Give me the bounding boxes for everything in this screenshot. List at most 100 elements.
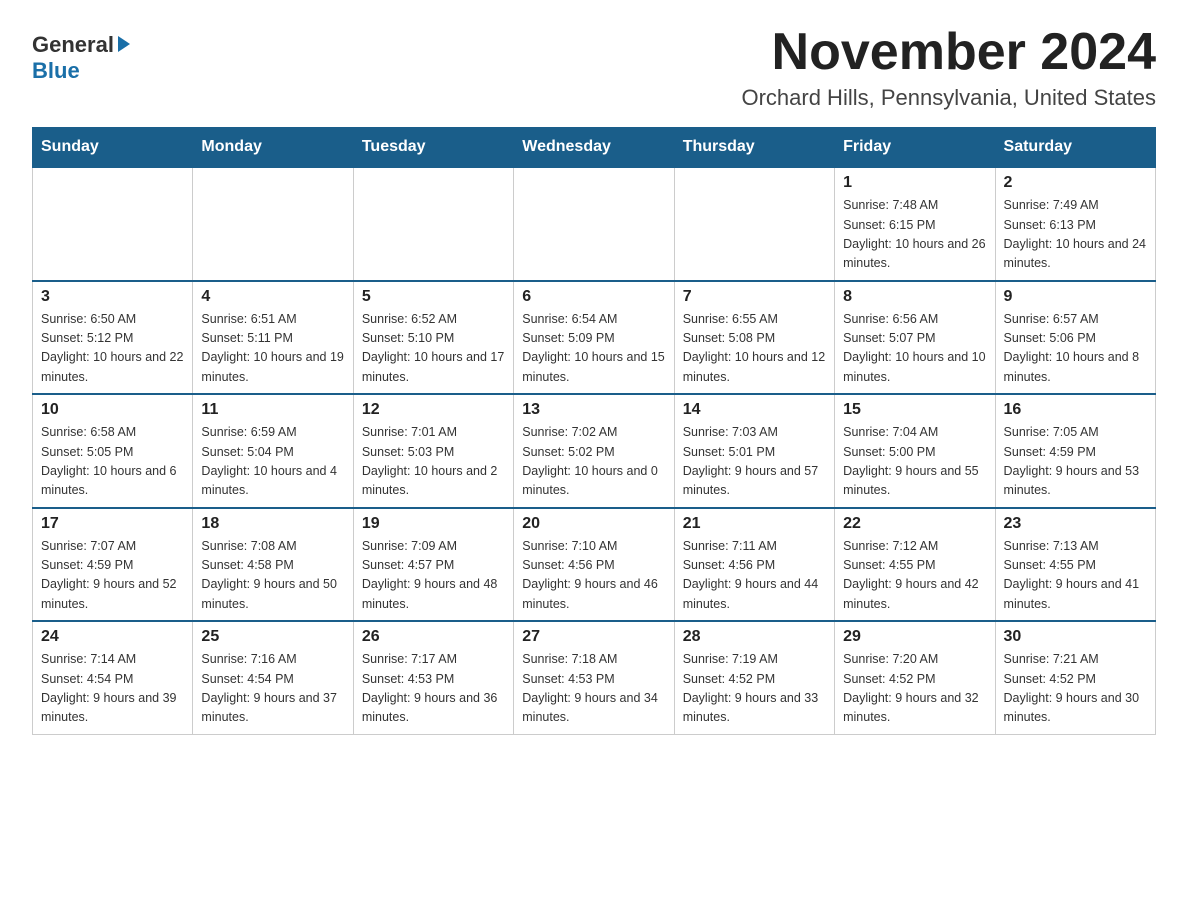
day-number: 23 [1004,515,1147,533]
weekday-header-row: Sunday Monday Tuesday Wednesday Thursday… [33,128,1156,168]
table-row: 16 Sunrise: 7:05 AM Sunset: 4:59 PM Dayli… [995,394,1155,508]
day-info: Sunrise: 6:55 AM Sunset: 5:08 PM Dayligh… [683,310,826,388]
day-info: Sunrise: 6:51 AM Sunset: 5:11 PM Dayligh… [201,310,344,388]
day-number: 10 [41,401,184,419]
day-number: 9 [1004,288,1147,306]
day-number: 30 [1004,628,1147,646]
day-info: Sunrise: 7:01 AM Sunset: 5:03 PM Dayligh… [362,423,505,501]
table-row: 5Sunrise: 6:52 AM Sunset: 5:10 PM Daylig… [353,281,513,395]
table-row: 23Sunrise: 7:13 AM Sunset: 4:55 PM Dayli… [995,508,1155,622]
table-row: 4 Sunrise: 6:51 AM Sunset: 5:11 PM Daylig… [193,281,353,395]
table-row: 9 Sunrise: 6:57 AM Sunset: 5:06 PM Daylig… [995,281,1155,395]
table-row: 20 Sunrise: 7:10 AM Sunset: 4:56 PM Dayli… [514,508,674,622]
day-info: Sunrise: 7:10 AM Sunset: 4:56 PM Dayligh… [522,537,665,615]
day-number: 2 [1004,174,1147,192]
calendar-week-row: 17 Sunrise: 7:07 AM Sunset: 4:59 PM Dayli… [33,508,1156,622]
day-info: Sunrise: 7:20 AM Sunset: 4:52 PM Dayligh… [843,650,986,728]
day-number: 27 [522,628,665,646]
day-number: 7 [683,288,826,306]
table-row: 10 Sunrise: 6:58 AM Sunset: 5:05 PM Dayli… [33,394,193,508]
table-row: 26Sunrise: 7:17 AM Sunset: 4:53 PM Dayli… [353,621,513,734]
day-number: 21 [683,515,826,533]
day-number: 12 [362,401,505,419]
day-number: 29 [843,628,986,646]
calendar-table: Sunday Monday Tuesday Wednesday Thursday… [32,127,1156,735]
table-row: 6 Sunrise: 6:54 AM Sunset: 5:09 PM Daylig… [514,281,674,395]
day-info: Sunrise: 7:07 AM Sunset: 4:59 PM Dayligh… [41,537,184,615]
day-number: 8 [843,288,986,306]
day-info: Sunrise: 7:05 AM Sunset: 4:59 PM Dayligh… [1004,423,1147,501]
day-number: 16 [1004,401,1147,419]
day-number: 13 [522,401,665,419]
table-row [353,167,513,281]
day-info: Sunrise: 7:04 AM Sunset: 5:00 PM Dayligh… [843,423,986,501]
day-info: Sunrise: 6:54 AM Sunset: 5:09 PM Dayligh… [522,310,665,388]
table-row: 27 Sunrise: 7:18 AM Sunset: 4:53 PM Dayli… [514,621,674,734]
day-info: Sunrise: 6:58 AM Sunset: 5:05 PM Dayligh… [41,423,184,501]
calendar-week-row: 3 Sunrise: 6:50 AM Sunset: 5:12 PM Daylig… [33,281,1156,395]
day-number: 24 [41,628,184,646]
header-monday: Monday [193,128,353,168]
day-number: 4 [201,288,344,306]
day-info: Sunrise: 7:48 AM Sunset: 6:15 PM Dayligh… [843,196,986,274]
day-info: Sunrise: 7:08 AM Sunset: 4:58 PM Dayligh… [201,537,344,615]
day-info: Sunrise: 7:11 AM Sunset: 4:56 PM Dayligh… [683,537,826,615]
table-row: 8Sunrise: 6:56 AM Sunset: 5:07 PM Daylig… [835,281,995,395]
table-row [674,167,834,281]
table-row: 3 Sunrise: 6:50 AM Sunset: 5:12 PM Daylig… [33,281,193,395]
table-row: 22 Sunrise: 7:12 AM Sunset: 4:55 PM Dayli… [835,508,995,622]
table-row [514,167,674,281]
title-section: November 2024 Orchard Hills, Pennsylvani… [741,24,1156,111]
day-info: Sunrise: 7:18 AM Sunset: 4:53 PM Dayligh… [522,650,665,728]
table-row: 13 Sunrise: 7:02 AM Sunset: 5:02 PM Dayli… [514,394,674,508]
header-wednesday: Wednesday [514,128,674,168]
table-row: 15 Sunrise: 7:04 AM Sunset: 5:00 PM Dayli… [835,394,995,508]
logo: General Blue [32,32,132,84]
table-row: 30Sunrise: 7:21 AM Sunset: 4:52 PM Dayli… [995,621,1155,734]
table-row: 17 Sunrise: 7:07 AM Sunset: 4:59 PM Dayli… [33,508,193,622]
header-thursday: Thursday [674,128,834,168]
header-sunday: Sunday [33,128,193,168]
table-row: 29 Sunrise: 7:20 AM Sunset: 4:52 PM Dayli… [835,621,995,734]
day-number: 22 [843,515,986,533]
day-number: 15 [843,401,986,419]
calendar-week-row: 10 Sunrise: 6:58 AM Sunset: 5:05 PM Dayli… [33,394,1156,508]
calendar-week-row: 24 Sunrise: 7:14 AM Sunset: 4:54 PM Dayli… [33,621,1156,734]
page-header: General Blue November 2024 Orchard Hills… [32,24,1156,111]
day-number: 1 [843,174,986,192]
table-row: 21 Sunrise: 7:11 AM Sunset: 4:56 PM Dayli… [674,508,834,622]
day-number: 20 [522,515,665,533]
day-info: Sunrise: 7:17 AM Sunset: 4:53 PM Dayligh… [362,650,505,728]
day-number: 19 [362,515,505,533]
location-subtitle: Orchard Hills, Pennsylvania, United Stat… [741,85,1156,111]
table-row: 12 Sunrise: 7:01 AM Sunset: 5:03 PM Dayli… [353,394,513,508]
day-info: Sunrise: 6:57 AM Sunset: 5:06 PM Dayligh… [1004,310,1147,388]
day-number: 14 [683,401,826,419]
day-number: 18 [201,515,344,533]
logo-general-text: General [32,32,114,58]
month-title: November 2024 [741,24,1156,81]
table-row: 7 Sunrise: 6:55 AM Sunset: 5:08 PM Daylig… [674,281,834,395]
table-row: 2 Sunrise: 7:49 AM Sunset: 6:13 PM Daylig… [995,167,1155,281]
day-number: 17 [41,515,184,533]
day-number: 28 [683,628,826,646]
table-row [193,167,353,281]
table-row: 24 Sunrise: 7:14 AM Sunset: 4:54 PM Dayli… [33,621,193,734]
header-friday: Friday [835,128,995,168]
day-info: Sunrise: 7:49 AM Sunset: 6:13 PM Dayligh… [1004,196,1147,274]
day-number: 11 [201,401,344,419]
day-info: Sunrise: 6:50 AM Sunset: 5:12 PM Dayligh… [41,310,184,388]
logo-blue-text: Blue [32,58,80,83]
header-saturday: Saturday [995,128,1155,168]
day-info: Sunrise: 7:09 AM Sunset: 4:57 PM Dayligh… [362,537,505,615]
logo-triangle-icon [116,34,132,57]
day-info: Sunrise: 7:12 AM Sunset: 4:55 PM Dayligh… [843,537,986,615]
day-number: 25 [201,628,344,646]
day-info: Sunrise: 7:14 AM Sunset: 4:54 PM Dayligh… [41,650,184,728]
day-info: Sunrise: 7:02 AM Sunset: 5:02 PM Dayligh… [522,423,665,501]
table-row [33,167,193,281]
day-number: 3 [41,288,184,306]
table-row: 14Sunrise: 7:03 AM Sunset: 5:01 PM Dayli… [674,394,834,508]
day-number: 6 [522,288,665,306]
table-row: 28Sunrise: 7:19 AM Sunset: 4:52 PM Dayli… [674,621,834,734]
